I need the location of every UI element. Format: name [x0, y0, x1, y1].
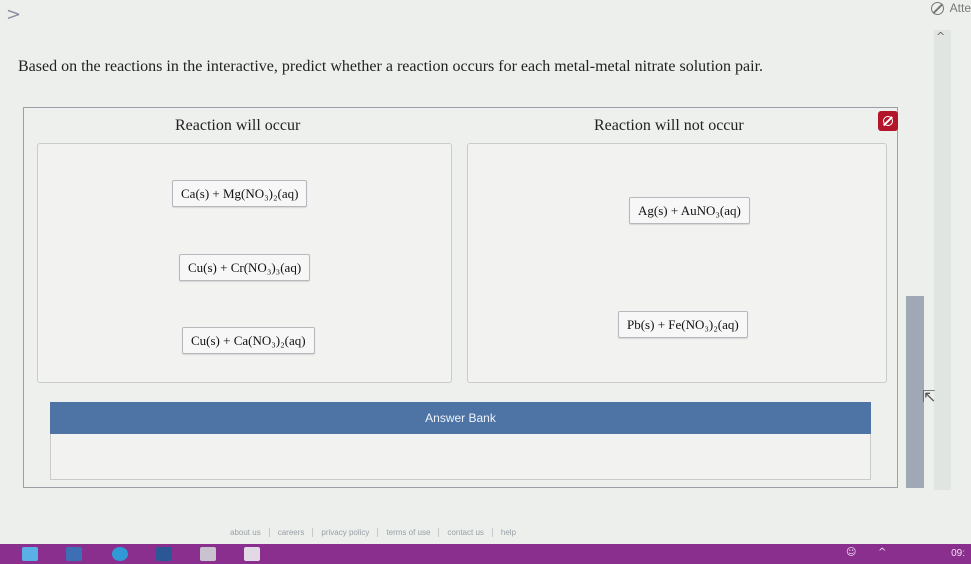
footer-link-terms[interactable]: terms of use — [386, 528, 440, 537]
reaction-chip[interactable]: Ca(s) + Mg(NO₃)₂(aq) — [172, 180, 308, 207]
file-explorer-icon[interactable] — [22, 547, 38, 561]
scroll-up-icon[interactable]: ^ — [936, 30, 945, 43]
footer-link-help[interactable]: help — [501, 528, 524, 537]
column-header-not-occur: Reaction will not occur — [594, 117, 744, 134]
clear-answers-button[interactable] — [878, 111, 898, 131]
app-icon[interactable] — [244, 547, 260, 561]
taskbar-clock[interactable]: 09: — [951, 548, 965, 559]
os-taskbar: ☺ ^ 09: — [0, 544, 971, 564]
chevron-up-icon[interactable]: ^ — [878, 547, 886, 558]
people-icon[interactable]: ☺ — [846, 547, 856, 558]
answer-bank-header: Answer Bank — [50, 402, 871, 434]
education-app-icon[interactable] — [66, 547, 82, 561]
sorting-panel: Reaction will occur Reaction will not oc… — [23, 107, 898, 488]
page-scrollbar[interactable] — [934, 30, 951, 490]
footer-links: about us careers privacy policy terms of… — [230, 528, 524, 537]
browser-icon[interactable] — [112, 547, 128, 561]
reaction-chip[interactable]: Ag(s) + AuNO₃(aq) — [629, 197, 750, 224]
footer-link-privacy[interactable]: privacy policy — [321, 528, 379, 537]
attempt-label: Atte — [949, 1, 971, 15]
footer-link-contact[interactable]: contact us — [447, 528, 493, 537]
mouse-cursor-icon: ⇱ — [922, 387, 936, 406]
back-chevron-icon[interactable]: > — [6, 4, 21, 25]
photos-icon[interactable] — [200, 547, 216, 561]
answer-bank-area[interactable] — [50, 434, 871, 480]
reaction-chip[interactable]: Cu(s) + Cr(NO₃)₃(aq) — [179, 254, 311, 281]
attempt-icon — [930, 1, 944, 15]
attempt-indicator[interactable]: Atte — [930, 0, 971, 16]
reaction-chip[interactable]: Cu(s) + Ca(NO₃)₂(aq) — [182, 327, 315, 354]
footer-link-about[interactable]: about us — [230, 528, 270, 537]
drop-zone-not-occur[interactable]: Ag(s) + AuNO₃(aq) Pb(s) + Fe(NO₃)₂(aq) — [467, 143, 887, 383]
question-text: Based on the reactions in the interactiv… — [18, 58, 764, 75]
column-header-occur: Reaction will occur — [175, 117, 301, 134]
drop-zone-occur[interactable]: Ca(s) + Mg(NO₃)₂(aq) Cu(s) + Cr(NO₃)₃(aq… — [37, 143, 452, 383]
reaction-chip[interactable]: Pb(s) + Fe(NO₃)₂(aq) — [618, 311, 748, 338]
footer-link-careers[interactable]: careers — [278, 528, 314, 537]
word-icon[interactable] — [156, 547, 172, 561]
